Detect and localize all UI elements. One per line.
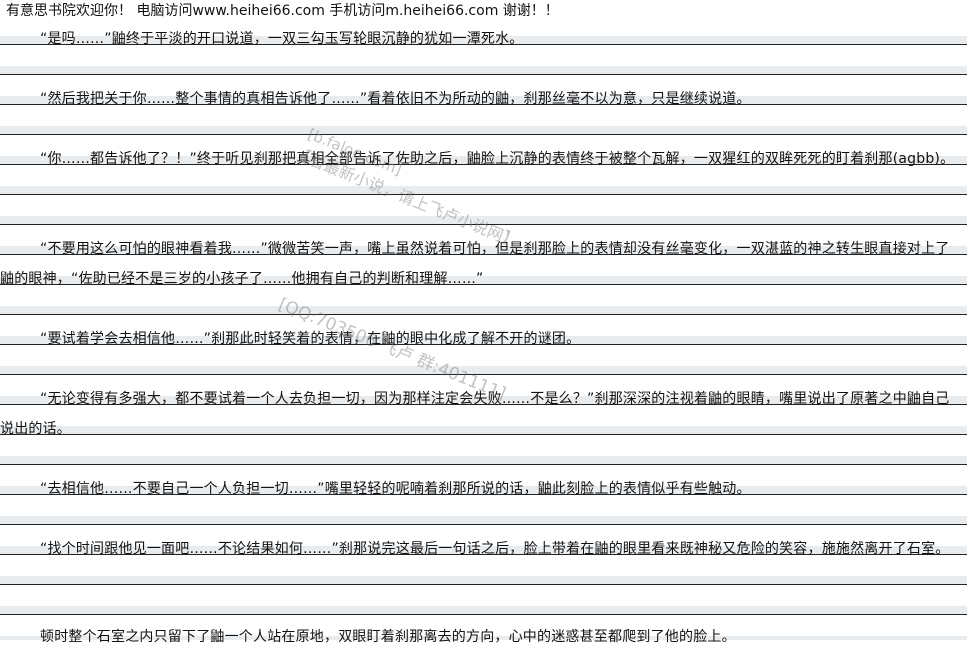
paragraph-4: “不要用这么可怕的眼神看着我……”微微苦笑一声，嘴上虽然说着可怕，但是刹那脸上的…: [0, 241, 950, 287]
paragraph-9: 顿时整个石室之内只留下了鼬一个人站在原地，双眼盯着刹那离去的方向，心中的迷惑甚至…: [40, 629, 736, 645]
site-welcome-text: 有意思书院欢迎你！ 电脑访问www.heihei66.com 手机访问m.hei…: [6, 3, 559, 19]
paragraph-1: “是吗……”鼬终于平淡的开口说道，一双三勾玉写轮眼沉静的犹如一潭死水。: [40, 31, 524, 47]
paragraph-7: “去相信他……不要自己一个人负担一切……”嘴里轻轻的呢喃着刹那所说的话，鼬此刻脸…: [40, 481, 751, 497]
paragraph-2: “然后我把关于你……整个事情的真相告诉他了……”看着依旧不为所动的鼬，刹那丝毫不…: [40, 91, 751, 107]
paragraph-3: “你……都告诉他了？！”终于听见刹那把真相全部告诉了佐助之后，鼬脸上沉静的表情终…: [40, 151, 955, 167]
site-welcome-banner: 有意思书院欢迎你！ 电脑访问www.heihei66.com 手机访问m.hei…: [0, 0, 967, 22]
paragraph-5: “要试着学会去相信他……”刹那此时轻笑着的表情，在鼬的眼中化成了解不开的谜团。: [40, 331, 581, 347]
paragraph-6: “无论变得有多强大，都不要试着一个人去负担一切，因为那样注定会失败……不是么？”…: [0, 391, 950, 437]
chapter-text-page: “是吗……”鼬终于平淡的开口说道，一双三勾玉写轮眼沉静的犹如一潭死水。 “然后我…: [0, 22, 967, 646]
paragraph-8: “找个时间跟他见一面吧……不论结果如何……”刹那说完这最后一句话之后，脸上带着在…: [40, 541, 950, 557]
